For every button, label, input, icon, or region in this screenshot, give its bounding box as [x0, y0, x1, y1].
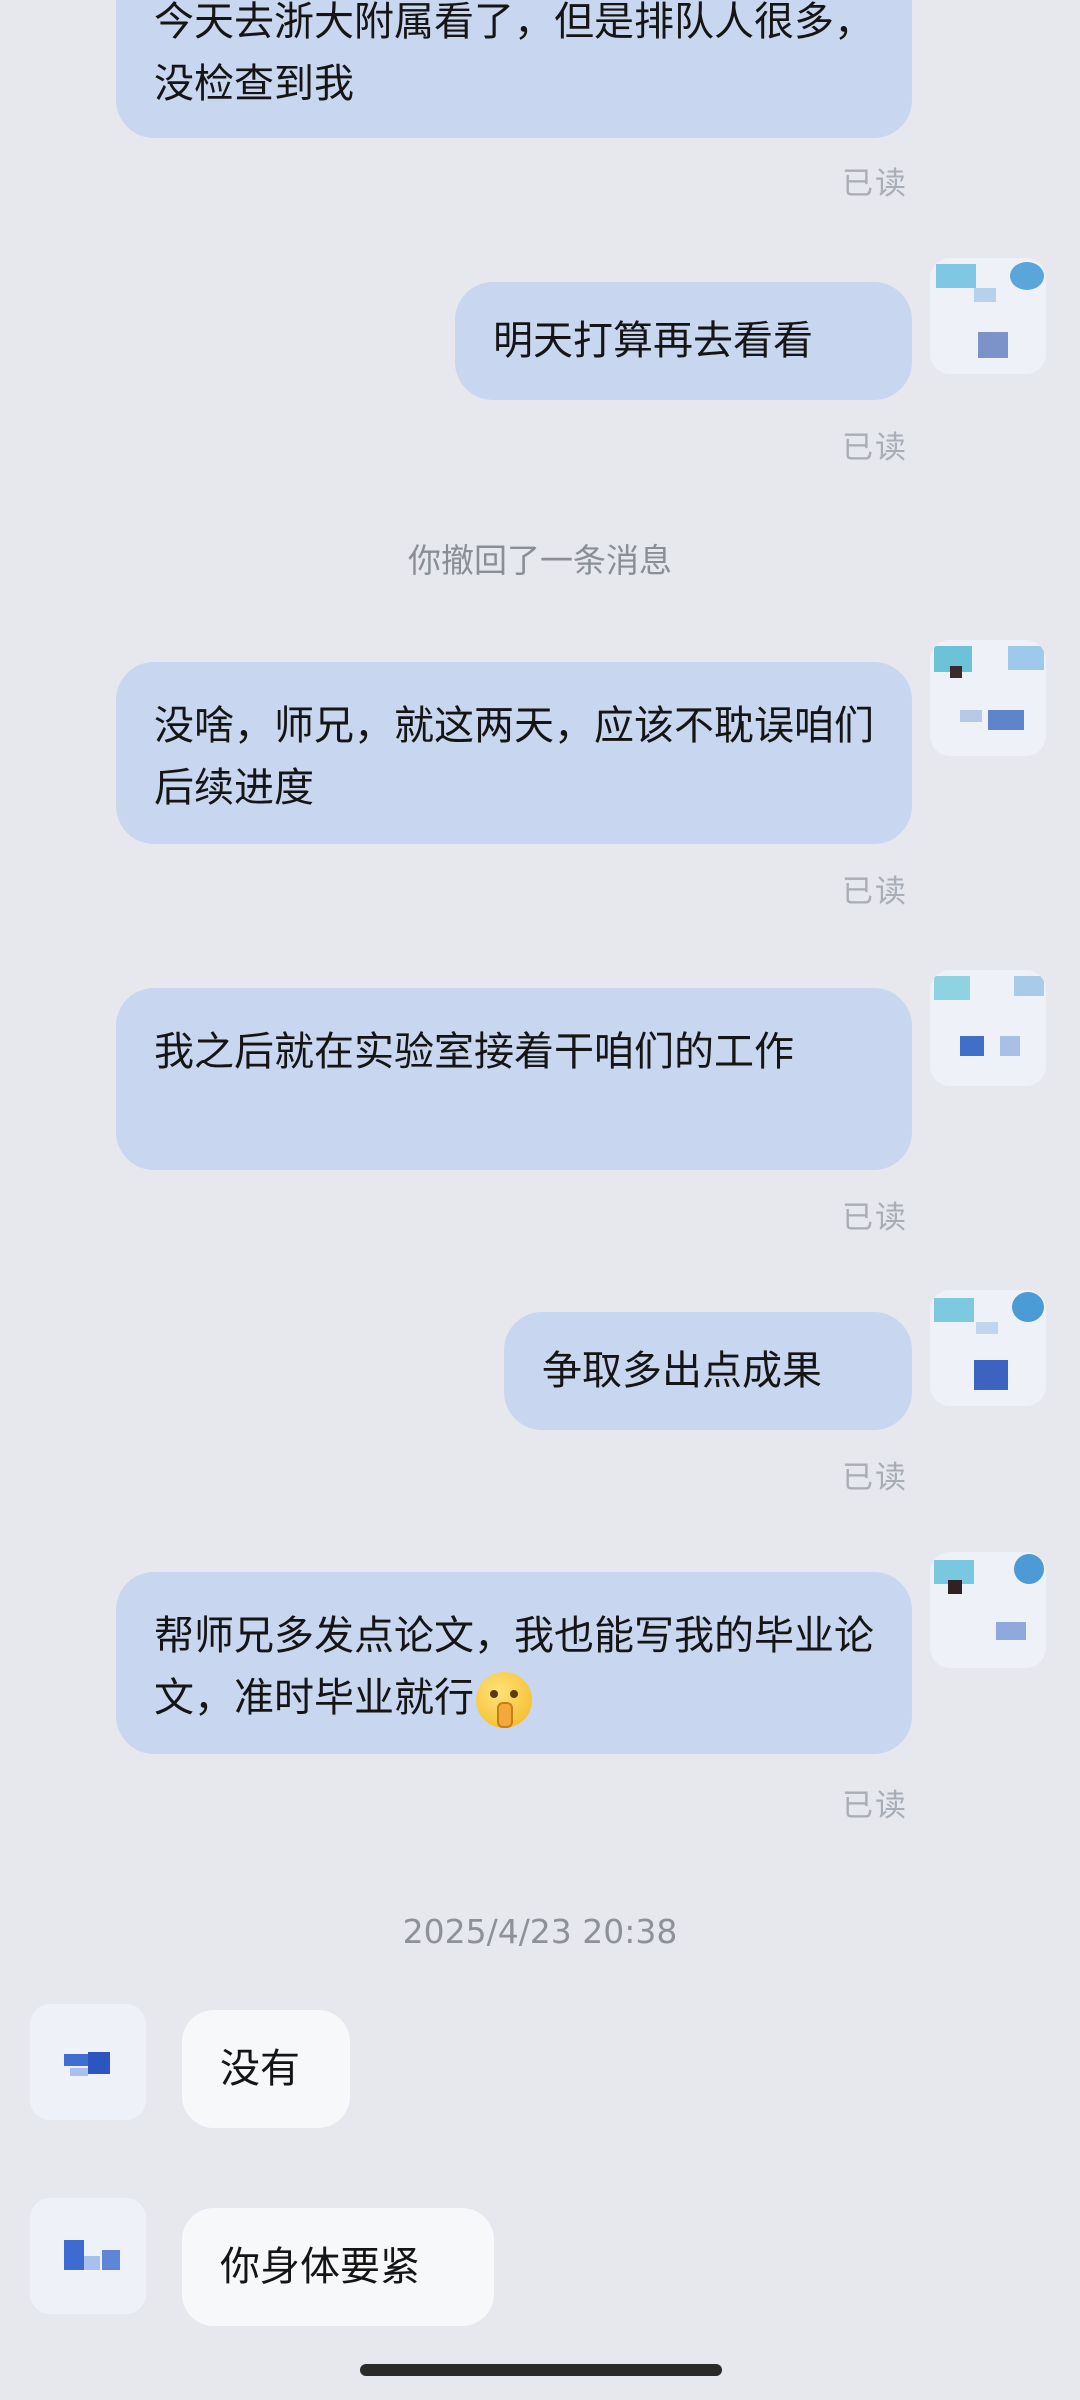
message-text: 明天打算再去看看: [493, 318, 813, 364]
avatar-pixel: [960, 710, 982, 722]
self-avatar[interactable]: [930, 258, 1046, 374]
self-avatar[interactable]: [930, 1290, 1046, 1406]
avatar-pixel: [976, 1322, 998, 1334]
outgoing-message-bubble[interactable]: 争取多出点成果: [504, 1312, 912, 1430]
message-text: 争取多出点成果: [542, 1348, 822, 1394]
chat-screen: 今天去浙大附属看了，但是排队人很多，没检查到我 已读 明天打算再去看看 已读 你…: [0, 0, 1080, 2400]
avatar-pixel: [102, 2250, 120, 2270]
self-avatar[interactable]: [930, 970, 1046, 1086]
avatar-pixel: [936, 264, 976, 288]
self-avatar[interactable]: [930, 1552, 1046, 1668]
incoming-message-bubble[interactable]: 你身体要紧: [182, 2208, 494, 2326]
avatar-pixel: [64, 2240, 84, 2270]
outgoing-message-bubble[interactable]: 今天去浙大附属看了，但是排队人很多，没检查到我: [116, 0, 912, 138]
avatar-pixel: [84, 2256, 100, 2270]
contact-avatar[interactable]: [30, 2004, 146, 2120]
avatar-pixel: [960, 1036, 984, 1056]
message-text: 没有: [220, 2046, 300, 2092]
avatar-pixel: [978, 332, 1008, 358]
outgoing-message-bubble[interactable]: 我之后就在实验室接着干咱们的工作: [116, 988, 912, 1170]
contact-avatar[interactable]: [30, 2198, 146, 2314]
avatar-pixel: [70, 2068, 88, 2076]
self-avatar[interactable]: [930, 640, 1046, 756]
read-receipt: 已读: [842, 874, 908, 910]
avatar-pixel: [1012, 1292, 1044, 1322]
outgoing-message-bubble[interactable]: 没啥，师兄，就这两天，应该不耽误咱们后续进度: [116, 662, 912, 844]
avatar-pixel: [996, 1622, 1026, 1640]
shushing-face-emoji: [476, 1672, 532, 1728]
avatar-pixel: [988, 710, 1024, 730]
message-text: 今天去浙大附属看了，但是排队人很多，没检查到我: [154, 0, 874, 107]
avatar-pixel: [974, 1360, 1008, 1390]
home-indicator[interactable]: [360, 2364, 722, 2376]
avatar-pixel: [948, 1580, 962, 1594]
avatar-pixel: [974, 288, 996, 302]
read-receipt: 已读: [842, 1788, 908, 1824]
avatar-pixel: [1008, 646, 1044, 670]
recall-notice: 你撤回了一条消息: [408, 541, 672, 580]
avatar-pixel: [1014, 1554, 1044, 1584]
read-receipt: 已读: [842, 430, 908, 466]
timestamp: 2025/4/23 20:38: [402, 1912, 678, 1951]
read-receipt: 已读: [842, 1200, 908, 1236]
avatar-pixel: [1014, 976, 1044, 996]
avatar-pixel: [88, 2052, 110, 2074]
read-receipt: 已读: [842, 1460, 908, 1496]
avatar-pixel: [934, 976, 970, 1000]
avatar-pixel: [1000, 1036, 1020, 1056]
read-receipt: 已读: [842, 166, 908, 202]
avatar-pixel: [950, 666, 962, 678]
avatar-pixel: [934, 1298, 974, 1322]
avatar-pixel: [64, 2054, 88, 2066]
message-text: 我之后就在实验室接着干咱们的工作: [154, 1029, 794, 1075]
outgoing-message-bubble[interactable]: 帮师兄多发点论文，我也能写我的毕业论文，准时毕业就行: [116, 1572, 912, 1754]
message-text: 你身体要紧: [220, 2244, 420, 2290]
outgoing-message-bubble[interactable]: 明天打算再去看看: [455, 282, 912, 400]
incoming-message-bubble[interactable]: 没有: [182, 2010, 350, 2128]
message-text: 没啥，师兄，就这两天，应该不耽误咱们后续进度: [154, 703, 874, 811]
avatar-pixel: [1010, 262, 1044, 290]
